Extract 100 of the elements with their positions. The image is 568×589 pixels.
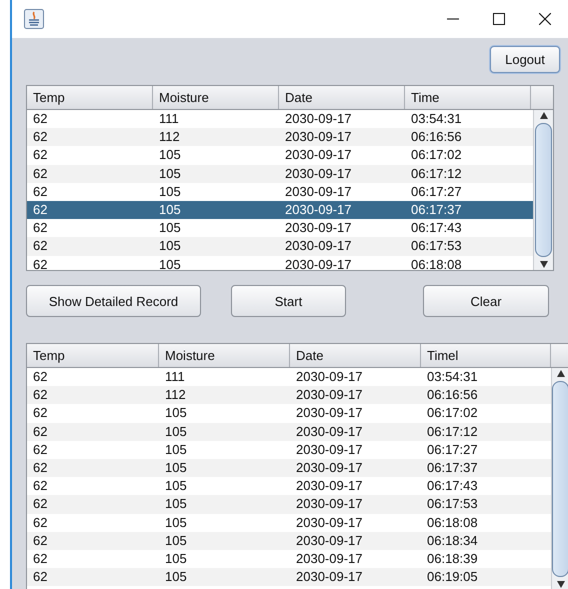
table-cell-text: 2030-09-17 [284, 110, 352, 128]
table-cell-text: 2030-09-17 [295, 386, 364, 404]
column-header[interactable]: Date [279, 86, 405, 109]
table-cell-text: 105 [158, 182, 182, 201]
table-cell-text: 105 [164, 477, 188, 496]
table-cell-text: 112 [164, 386, 187, 404]
table-cell-text: 2030-09-17 [284, 237, 352, 256]
table-cell-text: 06:19:05 [426, 568, 479, 586]
table-cell-text: 105 [158, 256, 182, 270]
table-cell-text: 2030-09-17 [295, 404, 364, 422]
table-cell-text: 06:18:39 [426, 550, 479, 568]
table-cell-text: 06:17:02 [426, 404, 479, 422]
table-cell-text: 105 [164, 404, 188, 422]
table-cell-text: 2030-09-17 [295, 458, 364, 477]
table-row[interactable]: 62 105 2030-09-17 06:18:34 [27, 532, 551, 550]
table-cell-text: 111 [164, 368, 186, 386]
table-cell-text: 2030-09-17 [295, 422, 364, 441]
column-header[interactable]: Time [405, 86, 531, 109]
column-header[interactable]: Date [290, 344, 421, 367]
table-row[interactable]: 62 105 2030-09-17 06:17:12 [27, 422, 551, 441]
table-cell-text: 62 [32, 182, 48, 201]
table-cell-text: 105 [164, 440, 188, 459]
start-button[interactable]: Start [231, 285, 346, 317]
table-row[interactable]: 62 105 2030-09-17 06:17:12 [27, 164, 533, 183]
table-cell-text: 2030-09-17 [295, 568, 364, 586]
table-cell-text: 03:54:31 [410, 110, 463, 128]
table-cell-text: 06:17:53 [426, 495, 479, 514]
table-cell-text: 62 [32, 200, 48, 219]
table-cell-text: 62 [32, 477, 48, 496]
table-cell-text: 2030-09-17 [295, 532, 364, 550]
table-cell-text: 2030-09-17 [295, 368, 364, 386]
column-header[interactable]: Moisture [159, 344, 290, 367]
table-cell-text: 2030-09-17 [284, 219, 352, 238]
table-cell-text: 2030-09-17 [284, 146, 352, 164]
table-cell-text: 03:54:31 [426, 368, 479, 386]
table-row[interactable]: 62 105 2030-09-17 06:17:53 [27, 237, 533, 256]
table-cell-text: 62 [32, 146, 48, 164]
table-cell-text: 06:18:34 [426, 532, 479, 550]
table-cell-text: 06:18:08 [426, 514, 479, 532]
table-cell-text: 105 [158, 164, 182, 183]
logout-button[interactable]: Logout [490, 46, 560, 73]
table-cell-text: 06:17:43 [410, 219, 463, 238]
table-cell-text: 105 [164, 495, 188, 514]
table-cell-text: 2030-09-17 [295, 477, 364, 496]
table-cell-text: 62 [32, 568, 48, 586]
table-cell-text: 62 [32, 514, 48, 532]
table-row[interactable]: 62 105 2030-09-17 06:18:08 [27, 256, 533, 270]
table-cell-text: 112 [158, 128, 181, 146]
table-cell-text: 62 [32, 219, 48, 238]
table-cell-text: 62 [32, 256, 48, 270]
table-cell-text: 105 [164, 568, 188, 586]
table-cell-text: 105 [158, 200, 182, 219]
selected-table-row[interactable]: 62 105 2030-09-17 06:17:37 [27, 200, 533, 220]
table-cell-text: 62 [32, 110, 48, 128]
column-header[interactable]: Temp [27, 344, 159, 367]
table-cell-text: 105 [164, 422, 188, 441]
table-cell-text: 62 [32, 495, 48, 514]
table-cell-text: 06:17:27 [410, 182, 463, 201]
table-cell-text: 2030-09-17 [284, 182, 352, 201]
table-row[interactable]: 62 105 2030-09-17 06:17:53 [27, 495, 551, 514]
table-cell-text: 06:18:08 [410, 256, 463, 270]
table-cell-text: 2030-09-17 [284, 128, 352, 146]
table-cell-text: 105 [158, 146, 182, 164]
column-header[interactable]: Moisture [153, 86, 279, 109]
table-row[interactable]: 62 112 2030-09-17 06:16:56 [27, 128, 533, 146]
table-cell-text: 06:17:43 [426, 477, 479, 496]
table-cell-text: 105 [164, 550, 188, 568]
show-detailed-record-button[interactable]: Show Detailed Record [26, 285, 201, 317]
table-cell-text: 06:17:37 [410, 200, 463, 219]
table-cell-text: 62 [32, 532, 48, 550]
table-cell-text: 105 [158, 219, 182, 238]
table-cell-text: 2030-09-17 [295, 495, 364, 514]
table-cell-text: 06:17:37 [426, 458, 479, 477]
table-cell-text: 2030-09-17 [284, 256, 352, 270]
table-cell-text: 62 [32, 164, 48, 183]
table-cell-text: 105 [164, 532, 188, 550]
table-cell-text: 06:17:12 [426, 422, 479, 441]
table-cell-text: 62 [32, 368, 48, 386]
table-cell-text: 06:16:56 [410, 128, 463, 146]
table-cell-text: 06:17:02 [410, 146, 463, 164]
table-row[interactable]: 62 105 2030-09-17 06:19:05 [27, 568, 551, 586]
table-cell-text: 2030-09-17 [295, 550, 364, 568]
column-header[interactable]: Temp [27, 86, 153, 109]
table-cell-text: 2030-09-17 [284, 164, 352, 183]
table-cell-text: 105 [164, 458, 188, 477]
table-cell-text: 105 [164, 514, 188, 532]
table-cell-text: 62 [32, 550, 48, 568]
table-cell-text: 06:17:12 [410, 164, 463, 183]
table-cell-text: 2030-09-17 [284, 200, 352, 219]
table-row[interactable]: 62 112 2030-09-17 06:16:56 [27, 386, 551, 404]
table-row[interactable]: 62 105 2030-09-17 06:17:37 [27, 458, 551, 478]
clear-button[interactable]: Clear [423, 285, 549, 317]
table-cell-text: 111 [158, 110, 180, 128]
table-cell-text: 2030-09-17 [295, 514, 364, 532]
table-cell-text: 62 [32, 458, 48, 477]
table-cell-text: 06:17:53 [410, 237, 463, 256]
table-cell-text: 2030-09-17 [295, 440, 364, 459]
table-cell-text: 62 [32, 386, 48, 404]
table-cell-text: 105 [158, 237, 182, 256]
table-cell-text: 06:16:56 [426, 386, 479, 404]
